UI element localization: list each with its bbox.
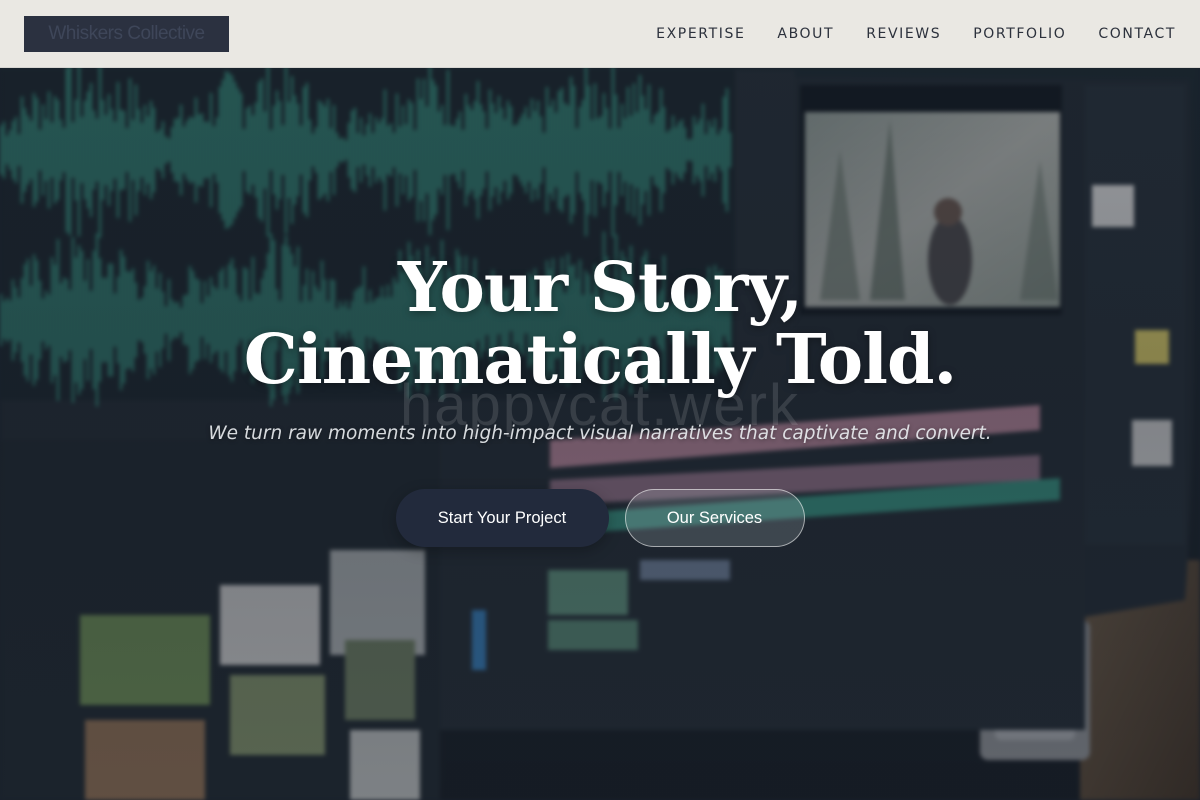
nav-link-reviews[interactable]: REVIEWS — [866, 26, 941, 42]
hero-headline: Your Story, Cinematically Told. — [0, 252, 1200, 396]
hero-cta-group: Start Your Project Our Services — [0, 489, 1200, 547]
hero-headline-line-1: Your Story, — [397, 248, 803, 328]
hero-headline-line-2: Cinematically Told. — [243, 320, 957, 400]
nav-link-portfolio[interactable]: PORTFOLIO — [973, 26, 1066, 42]
nav-link-about[interactable]: ABOUT — [777, 26, 834, 42]
hero-section: happycat.werk Your Story, Cinematically … — [0, 0, 1200, 800]
brand-logo[interactable]: Whiskers Collective — [24, 16, 229, 52]
brand-name: Whiskers Collective — [48, 23, 205, 44]
hero-subtitle: We turn raw moments into high-impact vis… — [208, 423, 992, 444]
main-nav: EXPERTISE ABOUT REVIEWS PORTFOLIO CONTAC… — [656, 0, 1176, 68]
start-project-button[interactable]: Start Your Project — [395, 489, 609, 547]
our-services-button[interactable]: Our Services — [624, 489, 805, 547]
nav-link-expertise[interactable]: EXPERTISE — [656, 26, 745, 42]
nav-link-contact[interactable]: CONTACT — [1098, 26, 1176, 42]
site-header: Whiskers Collective EXPERTISE ABOUT REVI… — [0, 0, 1200, 68]
